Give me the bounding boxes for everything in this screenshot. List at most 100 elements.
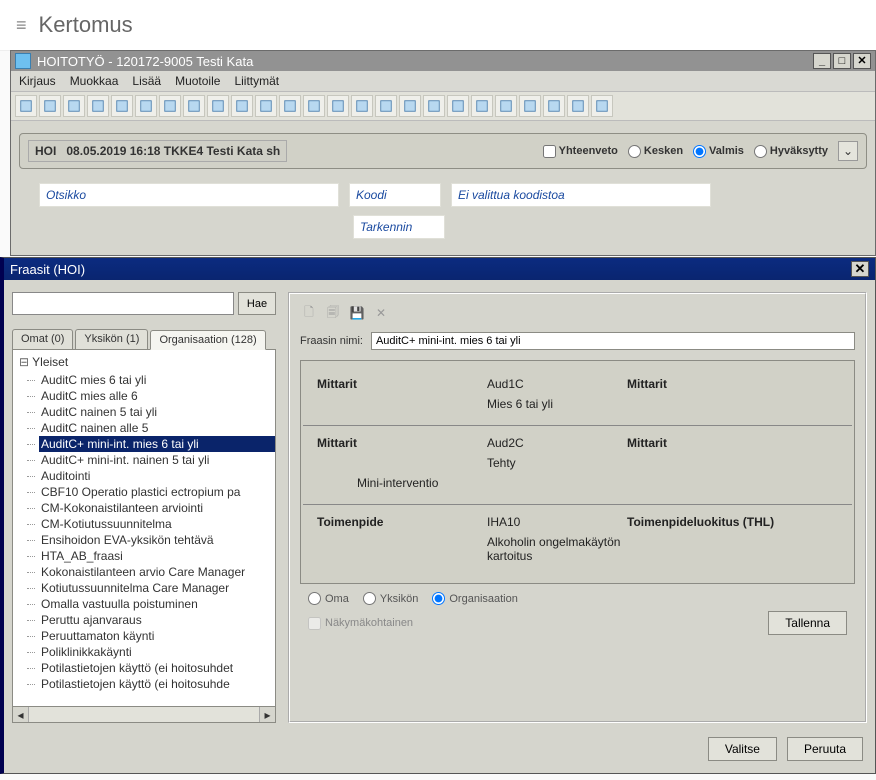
koodisto-field[interactable] [451,183,711,207]
tree-item[interactable]: Ensihoidon EVA-yksikön tehtävä [39,532,275,548]
scroll-left-icon[interactable]: ◂ [13,707,29,722]
delete-icon[interactable]: ✕ [372,304,390,322]
fraasi-name-label: Fraasin nimi: [300,335,363,347]
page-copy-icon[interactable] [375,95,397,117]
close-button[interactable]: ✕ [853,53,871,69]
insert-icon[interactable] [327,95,349,117]
maximize-button[interactable]: □ [833,53,851,69]
tree-item[interactable]: CM-Kokonaistilanteen arviointi [39,500,275,516]
save-icon[interactable] [87,95,109,117]
report-icon[interactable] [567,95,589,117]
entry-header-right: Mittarit [627,377,838,391]
tree-item[interactable]: CBF10 Operatio plastici ectropium pa [39,484,275,500]
print-icon[interactable] [111,95,133,117]
import-icon[interactable] [303,95,325,117]
hamburger-icon[interactable]: ≡ [16,15,27,36]
preview-icon[interactable] [135,95,157,117]
scope-organisaation[interactable]: Organisaation [432,592,518,605]
tree-item[interactable]: Poliklinikkakäynti [39,644,275,660]
tree-root[interactable]: Yleiset [13,352,275,372]
tree-item[interactable]: HTA_AB_fraasi [39,548,275,564]
scroll-right-icon[interactable]: ▸ [259,707,275,722]
dialog-close-button[interactable]: ✕ [851,261,869,277]
delete-icon[interactable] [183,95,205,117]
tree-item[interactable]: AuditC+ mini-int. mies 6 tai yli [39,436,275,452]
menu-kirjaus[interactable]: Kirjaus [19,74,56,88]
entry-header: Toimenpide [317,515,487,529]
save-icon[interactable]: 💾 [348,304,366,322]
tree-item[interactable]: Peruuttamaton käynti [39,628,275,644]
search-button[interactable]: Hae [238,292,276,315]
attach-icon[interactable] [63,95,85,117]
new-icon[interactable]: 🗋 [300,304,318,322]
new-icon[interactable] [15,95,37,117]
state-kesken[interactable]: Kesken [628,145,683,158]
pages-icon[interactable] [399,95,421,117]
entries-box: MittaritAud1CMittaritMies 6 tai yliMitta… [300,360,855,584]
tab-2[interactable]: Organisaation (128) [150,330,265,350]
tree-item[interactable]: AuditC mies alle 6 [39,388,275,404]
tabs: Omat (0)Yksikön (1)Organisaation (128) [12,329,276,350]
tab-0[interactable]: Omat (0) [12,329,73,349]
link-add-icon[interactable] [543,95,565,117]
entry: MittaritAud1CMittaritMies 6 tai yli [303,367,852,426]
user-icon[interactable] [591,95,613,117]
tree-item[interactable]: Potilastietojen käyttö (ei hoitosuhde [39,676,275,692]
entry-header-right: Toimenpideluokitus (THL) [627,515,838,529]
tree-item[interactable]: Kotiutussuunnitelma Care Manager [39,580,275,596]
status-dropdown-button[interactable]: ⌄ [838,141,858,161]
entry-header: Mittarit [317,436,487,450]
viewspecific-checkbox [308,617,321,630]
entry-code: IHA10 [487,515,627,529]
copy-icon[interactable]: 🗐 [324,304,342,322]
tree-item[interactable]: AuditC mies 6 tai yli [39,372,275,388]
entry-code: Aud2C [487,436,627,450]
status-row: HOI 08.05.2019 16:18 TKKE4 Testi Kata sh… [19,133,867,169]
tree-item[interactable]: AuditC+ mini-int. nainen 5 tai yli [39,452,275,468]
valitse-button[interactable]: Valitse [708,737,777,761]
dialog-titlebar: Fraasit (HOI) ✕ [4,258,875,280]
info-icon[interactable] [447,95,469,117]
tree-item[interactable]: AuditC nainen alle 5 [39,420,275,436]
open-icon[interactable] [39,95,61,117]
detail-panel: 🗋 🗐 💾 ✕ Fraasin nimi: MittaritAud1CMitta… [288,292,867,723]
tree-item[interactable]: Auditointi [39,468,275,484]
tree-hscrollbar[interactable]: ◂ ▸ [12,707,276,723]
peruuta-button[interactable]: Peruuta [787,737,863,761]
cut-icon[interactable] [207,95,229,117]
tab-1[interactable]: Yksikön (1) [75,329,148,349]
tree-item[interactable]: Omalla vastuulla poistuminen [39,596,275,612]
settings-icon[interactable] [423,95,445,117]
scope-yksikon[interactable]: Yksikön [363,592,419,605]
fraasi-name-input[interactable] [371,332,855,350]
tree-item[interactable]: AuditC nainen 5 tai yli [39,404,275,420]
fraasit-dialog: Fraasit (HOI) ✕ Hae Omat (0)Yksikön (1)O… [0,257,876,774]
tarkennin-field[interactable] [353,215,445,239]
info-add-icon[interactable] [471,95,493,117]
koodi-field[interactable] [349,183,441,207]
tree-item[interactable]: Kokonaistilanteen arvio Care Manager [39,564,275,580]
search-input[interactable] [12,292,234,315]
tree-item[interactable]: Potilastietojen käyttö (ei hoitosuhdet [39,660,275,676]
state-valmis[interactable]: Valmis [693,145,744,158]
copy-icon[interactable] [231,95,253,117]
scope-oma[interactable]: Oma [308,592,349,605]
tree[interactable]: Yleiset AuditC mies 6 tai yliAuditC mies… [12,349,276,707]
undo-icon[interactable] [159,95,181,117]
link-icon[interactable] [519,95,541,117]
otsikko-field[interactable] [39,183,339,207]
paste-icon[interactable] [255,95,277,117]
menu-muokkaa[interactable]: Muokkaa [70,74,119,88]
paste-link-icon[interactable] [279,95,301,117]
clip-icon[interactable] [495,95,517,117]
menu-liittymat[interactable]: Liittymät [234,74,279,88]
summary-checkbox[interactable]: Yhteenveto [543,145,618,158]
page-icon[interactable] [351,95,373,117]
menu-muotoile[interactable]: Muotoile [175,74,220,88]
tallenna-button[interactable]: Tallenna [768,611,847,635]
state-hyvaksytty[interactable]: Hyväksytty [754,145,828,158]
tree-item[interactable]: CM-Kotiutussuunnitelma [39,516,275,532]
tree-item[interactable]: Peruttu ajanvaraus [39,612,275,628]
menu-lisaa[interactable]: Lisää [132,74,161,88]
minimize-button[interactable]: _ [813,53,831,69]
